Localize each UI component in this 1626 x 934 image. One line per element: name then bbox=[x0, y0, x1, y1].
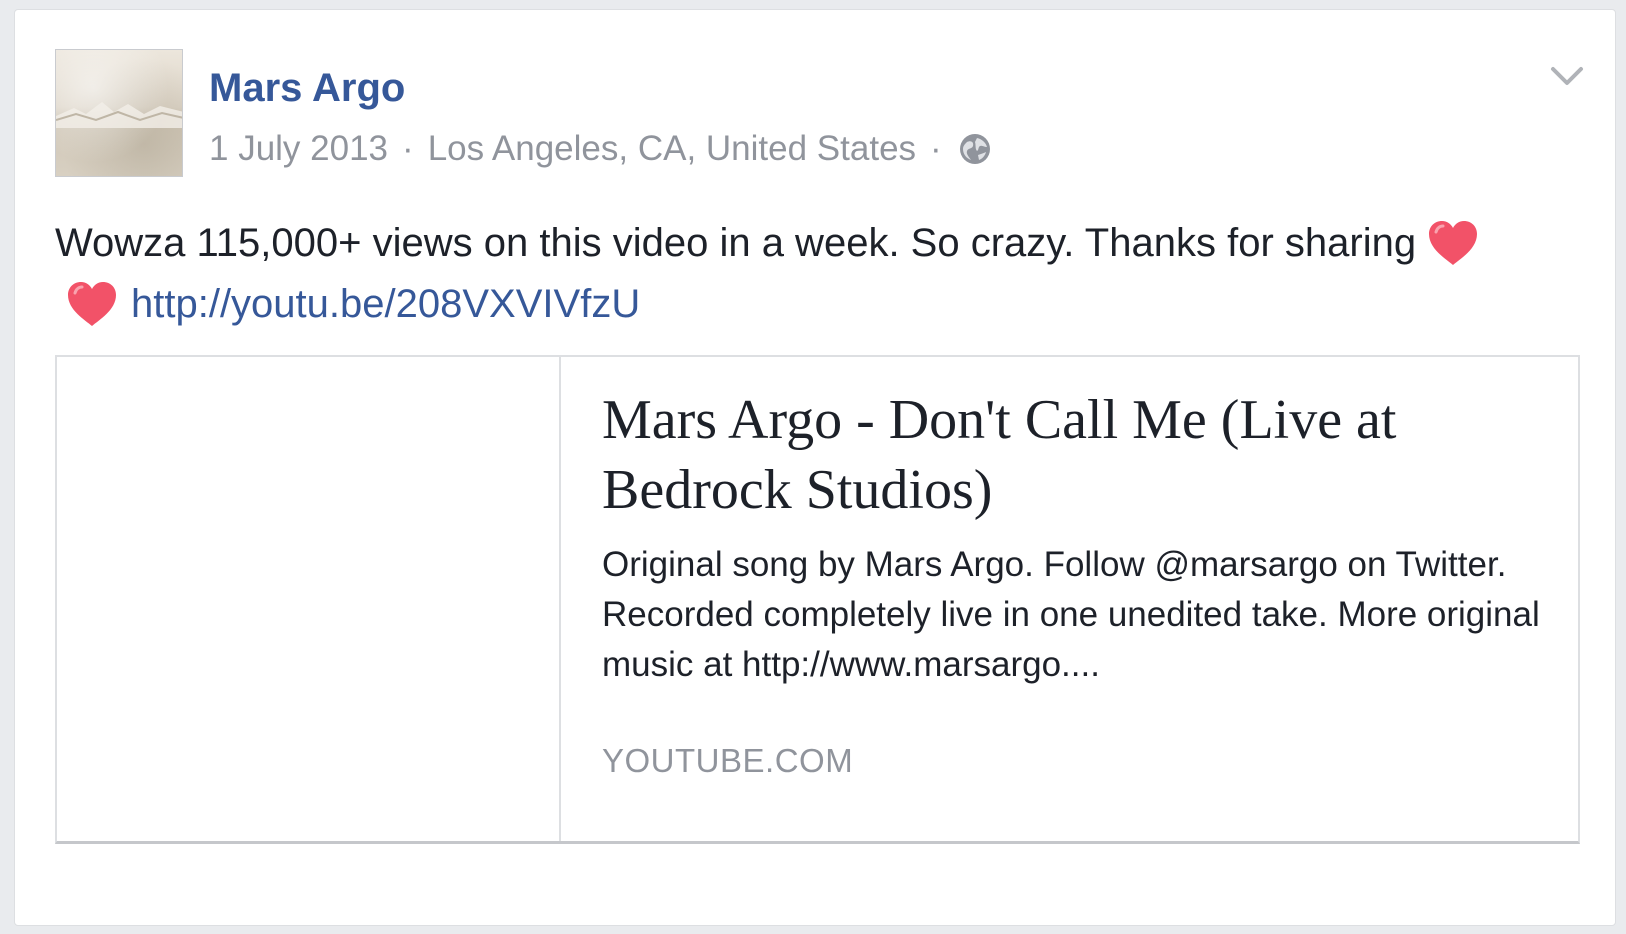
avatar-photo-texture bbox=[56, 102, 182, 128]
post-card: Mars Argo 1 July 2013 · Los Angeles, CA,… bbox=[14, 9, 1616, 926]
heart-icon bbox=[65, 279, 119, 329]
post-message-text: Wowza 115,000+ views on this video in a … bbox=[55, 221, 1417, 265]
meta-separator: · bbox=[402, 129, 414, 168]
avatar[interactable] bbox=[55, 49, 183, 177]
preview-description: Original song by Mars Argo. Follow @mars… bbox=[602, 545, 1540, 684]
preview-title[interactable]: Mars Argo - Don't Call Me (Live at Bedro… bbox=[602, 385, 1542, 525]
author-name-link[interactable]: Mars Argo bbox=[209, 66, 405, 111]
post-date-link[interactable]: 1 July 2013 bbox=[209, 129, 388, 169]
post-options-button[interactable] bbox=[1545, 54, 1589, 98]
globe-icon[interactable] bbox=[958, 132, 992, 166]
chevron-down-icon bbox=[1551, 67, 1583, 85]
preview-thumbnail[interactable] bbox=[57, 357, 561, 841]
post-meta: 1 July 2013 · Los Angeles, CA, United St… bbox=[209, 129, 992, 169]
preview-domain: YOUTUBE.COM bbox=[602, 742, 854, 779]
post-location-link[interactable]: Los Angeles, CA, United States bbox=[428, 129, 916, 169]
link-preview-card[interactable]: Mars Argo - Don't Call Me (Live at Bedro… bbox=[55, 355, 1580, 844]
meta-separator: · bbox=[930, 129, 942, 168]
post-url-link[interactable]: http://youtu.be/208VXVIVfzU bbox=[131, 282, 640, 326]
heart-icon bbox=[1426, 218, 1480, 268]
post-message: Wowza 115,000+ views on this video in a … bbox=[55, 213, 1555, 335]
